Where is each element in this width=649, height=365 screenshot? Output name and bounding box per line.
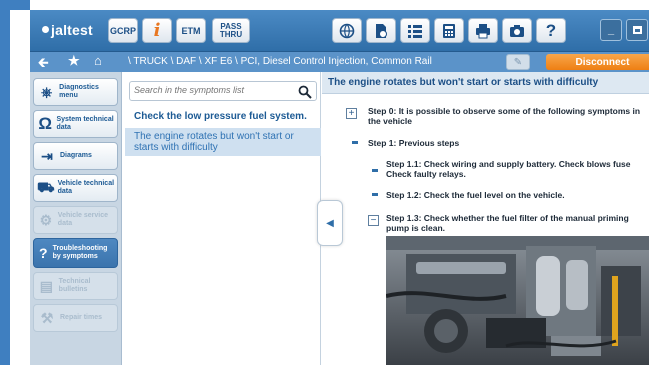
sidebar-item-label: Diagnostics menu bbox=[59, 84, 99, 99]
gcrp-button[interactable]: GCRP bbox=[108, 18, 138, 43]
sidebar-item-label: Repair times bbox=[60, 314, 103, 321]
ohm-icon: Ω bbox=[38, 114, 53, 133]
globe-icon bbox=[339, 23, 355, 38]
note-button[interactable]: ✎ bbox=[506, 54, 530, 70]
diagram-icon: ⇥ bbox=[41, 147, 53, 164]
sidebar-item-label: System technical data bbox=[56, 116, 114, 131]
sidebar-item-diagnostics-menu[interactable]: ⎈ Diagnostics menu bbox=[33, 78, 118, 106]
engine-photo-illustration bbox=[386, 236, 649, 365]
symptom-list-item-selected[interactable]: The engine rotates but won't start or st… bbox=[125, 128, 321, 156]
disconnect-button[interactable]: Disconnect bbox=[546, 54, 649, 70]
sidebar-item-label: Technical bulletins bbox=[58, 278, 91, 293]
content-header: The engine rotates but won't start or st… bbox=[322, 72, 649, 94]
symptoms-panel: Check the low pressure fuel system. The … bbox=[125, 72, 321, 365]
expand-step-icon[interactable]: + bbox=[346, 108, 357, 119]
search-icon[interactable] bbox=[298, 85, 312, 99]
sidebar-item-label: Troubleshooting by symptoms bbox=[52, 245, 108, 260]
list-icon bbox=[408, 24, 422, 38]
truck-icon: ⛟ bbox=[37, 178, 55, 195]
camera-button[interactable] bbox=[502, 18, 532, 43]
camera-icon bbox=[510, 24, 524, 37]
print-button[interactable] bbox=[468, 18, 498, 43]
pass-thru-label-2: THRU bbox=[219, 29, 243, 39]
maximize-button[interactable] bbox=[626, 19, 648, 41]
favorites-star-icon[interactable]: ★ bbox=[68, 53, 80, 69]
navigation-bar: 🡰 ★ ⌂ \ TRUCK \ DAF \ XF E6 \ PCI, Diese… bbox=[30, 52, 649, 72]
stethoscope-icon: ⎈ bbox=[40, 83, 53, 100]
globe-button[interactable] bbox=[332, 18, 362, 43]
clean-page-icon bbox=[376, 23, 387, 38]
sidebar-item-vehicle-service-data: ⚙ Vehicle service data bbox=[33, 206, 118, 234]
clean-page-button[interactable] bbox=[366, 18, 396, 43]
sidebar-menu: ⎈ Diagnostics menu Ω System technical da… bbox=[30, 72, 122, 365]
help-button[interactable]: ? bbox=[536, 18, 566, 43]
sidebar-item-diagrams[interactable]: ⇥ Diagrams bbox=[33, 142, 118, 170]
sidebar-item-system-technical-data[interactable]: Ω System technical data bbox=[33, 110, 118, 138]
service-icon: ⚙ bbox=[39, 211, 53, 228]
calculator-icon bbox=[443, 23, 455, 38]
symptom-search-input[interactable] bbox=[134, 85, 284, 95]
step-1-3[interactable]: Step 1.3: Check whether the fuel filter … bbox=[386, 213, 644, 233]
troubleshoot-icon: ? bbox=[39, 245, 48, 261]
content-title: The engine rotates but won't start or st… bbox=[328, 77, 599, 88]
step-1-1[interactable]: Step 1.1: Check wiring and supply batter… bbox=[386, 159, 644, 179]
pass-thru-button[interactable]: PASS THRU bbox=[212, 18, 250, 43]
sidebar-item-label: Diagrams bbox=[60, 152, 92, 159]
top-toolbar: jaltest GCRP i ETM PASS THRU ? _ ✕ bbox=[30, 10, 649, 52]
sidebar-item-repair-times: ⚒ Repair times bbox=[33, 304, 118, 332]
collapse-step-icon[interactable] bbox=[372, 193, 378, 196]
brand-name: jaltest bbox=[51, 22, 93, 38]
symptom-list-item[interactable]: Check the low pressure fuel system. bbox=[125, 108, 321, 125]
brand-logo: jaltest bbox=[42, 22, 93, 38]
repair-icon: ⚒ bbox=[40, 309, 54, 326]
sidebar-item-troubleshooting-by-symptoms[interactable]: ? Troubleshooting by symptoms bbox=[33, 238, 118, 268]
home-icon[interactable]: ⌂ bbox=[94, 53, 102, 68]
bulletin-icon: ▤ bbox=[39, 277, 53, 294]
sidebar-item-label: Vehicle technical data bbox=[57, 180, 115, 195]
window-edge-top bbox=[0, 0, 30, 10]
collapse-step-icon[interactable]: − bbox=[368, 215, 379, 226]
info-button[interactable]: i bbox=[142, 18, 172, 43]
maximize-icon bbox=[632, 26, 642, 34]
sidebar-item-technical-bulletins: ▤ Technical bulletins bbox=[33, 272, 118, 300]
step-1[interactable]: Step 1: Previous steps bbox=[368, 138, 644, 148]
etm-button[interactable]: ETM bbox=[176, 18, 206, 43]
window-edge-rail bbox=[0, 0, 10, 365]
sidebar-item-label: Vehicle service data bbox=[57, 212, 109, 227]
symptom-search-box bbox=[129, 81, 317, 101]
collapse-step-icon[interactable] bbox=[372, 169, 378, 172]
pencil-icon: ✎ bbox=[513, 56, 523, 68]
print-icon bbox=[476, 23, 490, 38]
list-button[interactable] bbox=[400, 18, 430, 43]
chevron-left-icon: ◀ bbox=[326, 217, 334, 229]
minimize-button[interactable]: _ bbox=[600, 19, 622, 41]
panel-collapse-handle[interactable]: ◀ bbox=[317, 200, 343, 246]
sidebar-item-vehicle-technical-data[interactable]: ⛟ Vehicle technical data bbox=[33, 174, 118, 202]
step-1-2[interactable]: Step 1.2: Check the fuel level on the ve… bbox=[386, 190, 644, 200]
step-0[interactable]: Step 0: It is possible to observe some o… bbox=[368, 106, 644, 126]
engine-photo bbox=[386, 236, 649, 365]
breadcrumb: \ TRUCK \ DAF \ XF E6 \ PCI, Diesel Cont… bbox=[128, 56, 432, 67]
collapse-step-icon[interactable] bbox=[352, 141, 358, 144]
calculator-button[interactable] bbox=[434, 18, 464, 43]
